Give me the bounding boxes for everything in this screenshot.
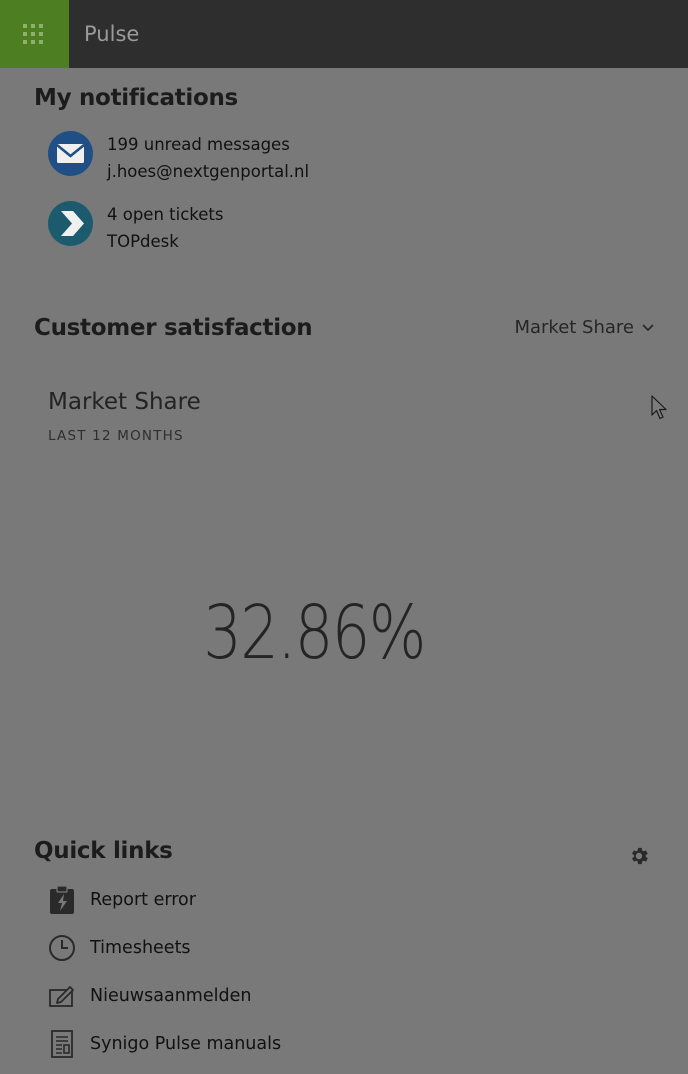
metric-dropdown-value: Market Share [514, 317, 634, 338]
document-icon [51, 1030, 73, 1058]
top-bar: Pulse [0, 0, 688, 68]
chevron-down-icon [642, 324, 654, 332]
kpi-value: 32.86% [203, 590, 426, 676]
app-launcher-icon [23, 24, 43, 44]
notification-detail: TOPdesk [107, 232, 179, 251]
app-launcher-button[interactable] [0, 0, 69, 68]
app-title[interactable]: Pulse [84, 22, 139, 46]
quick-links-heading: Quick links [34, 838, 173, 864]
mail-icon [48, 131, 93, 176]
quick-link-label: Report error [90, 890, 196, 910]
topdesk-icon [48, 201, 93, 246]
card-subtitle: LAST 12 MONTHS [48, 428, 184, 444]
quick-link-report-error[interactable]: Report error [48, 885, 448, 917]
notification-topdesk[interactable]: 4 open tickets TOPdesk [48, 201, 608, 251]
gear-icon[interactable] [628, 845, 650, 867]
card-title: Market Share [48, 389, 201, 415]
metric-dropdown[interactable]: Market Share [514, 317, 654, 338]
clock-icon [49, 935, 75, 961]
notification-mail[interactable]: 199 unread messages j.hoes@nextgenportal… [48, 131, 608, 181]
pencil-icon [49, 986, 74, 1007]
clipboard-bolt-icon [50, 885, 74, 914]
mouse-cursor-icon [651, 395, 667, 420]
quick-link-label: Nieuwsaanmelden [90, 986, 252, 1006]
quick-link-label: Synigo Pulse manuals [90, 1034, 282, 1054]
notification-detail: j.hoes@nextgenportal.nl [107, 162, 310, 181]
quick-link-manuals[interactable]: Synigo Pulse manuals [48, 1029, 448, 1061]
quick-link-nieuwsaanmelden[interactable]: Nieuwsaanmelden [48, 981, 448, 1013]
notification-title: 4 open tickets [107, 205, 224, 224]
notification-title: 199 unread messages [107, 135, 290, 154]
quick-link-timesheets[interactable]: Timesheets [48, 933, 448, 965]
quick-link-label: Timesheets [90, 938, 191, 958]
notifications-heading: My notifications [34, 85, 238, 111]
satisfaction-heading: Customer satisfaction [34, 315, 313, 341]
